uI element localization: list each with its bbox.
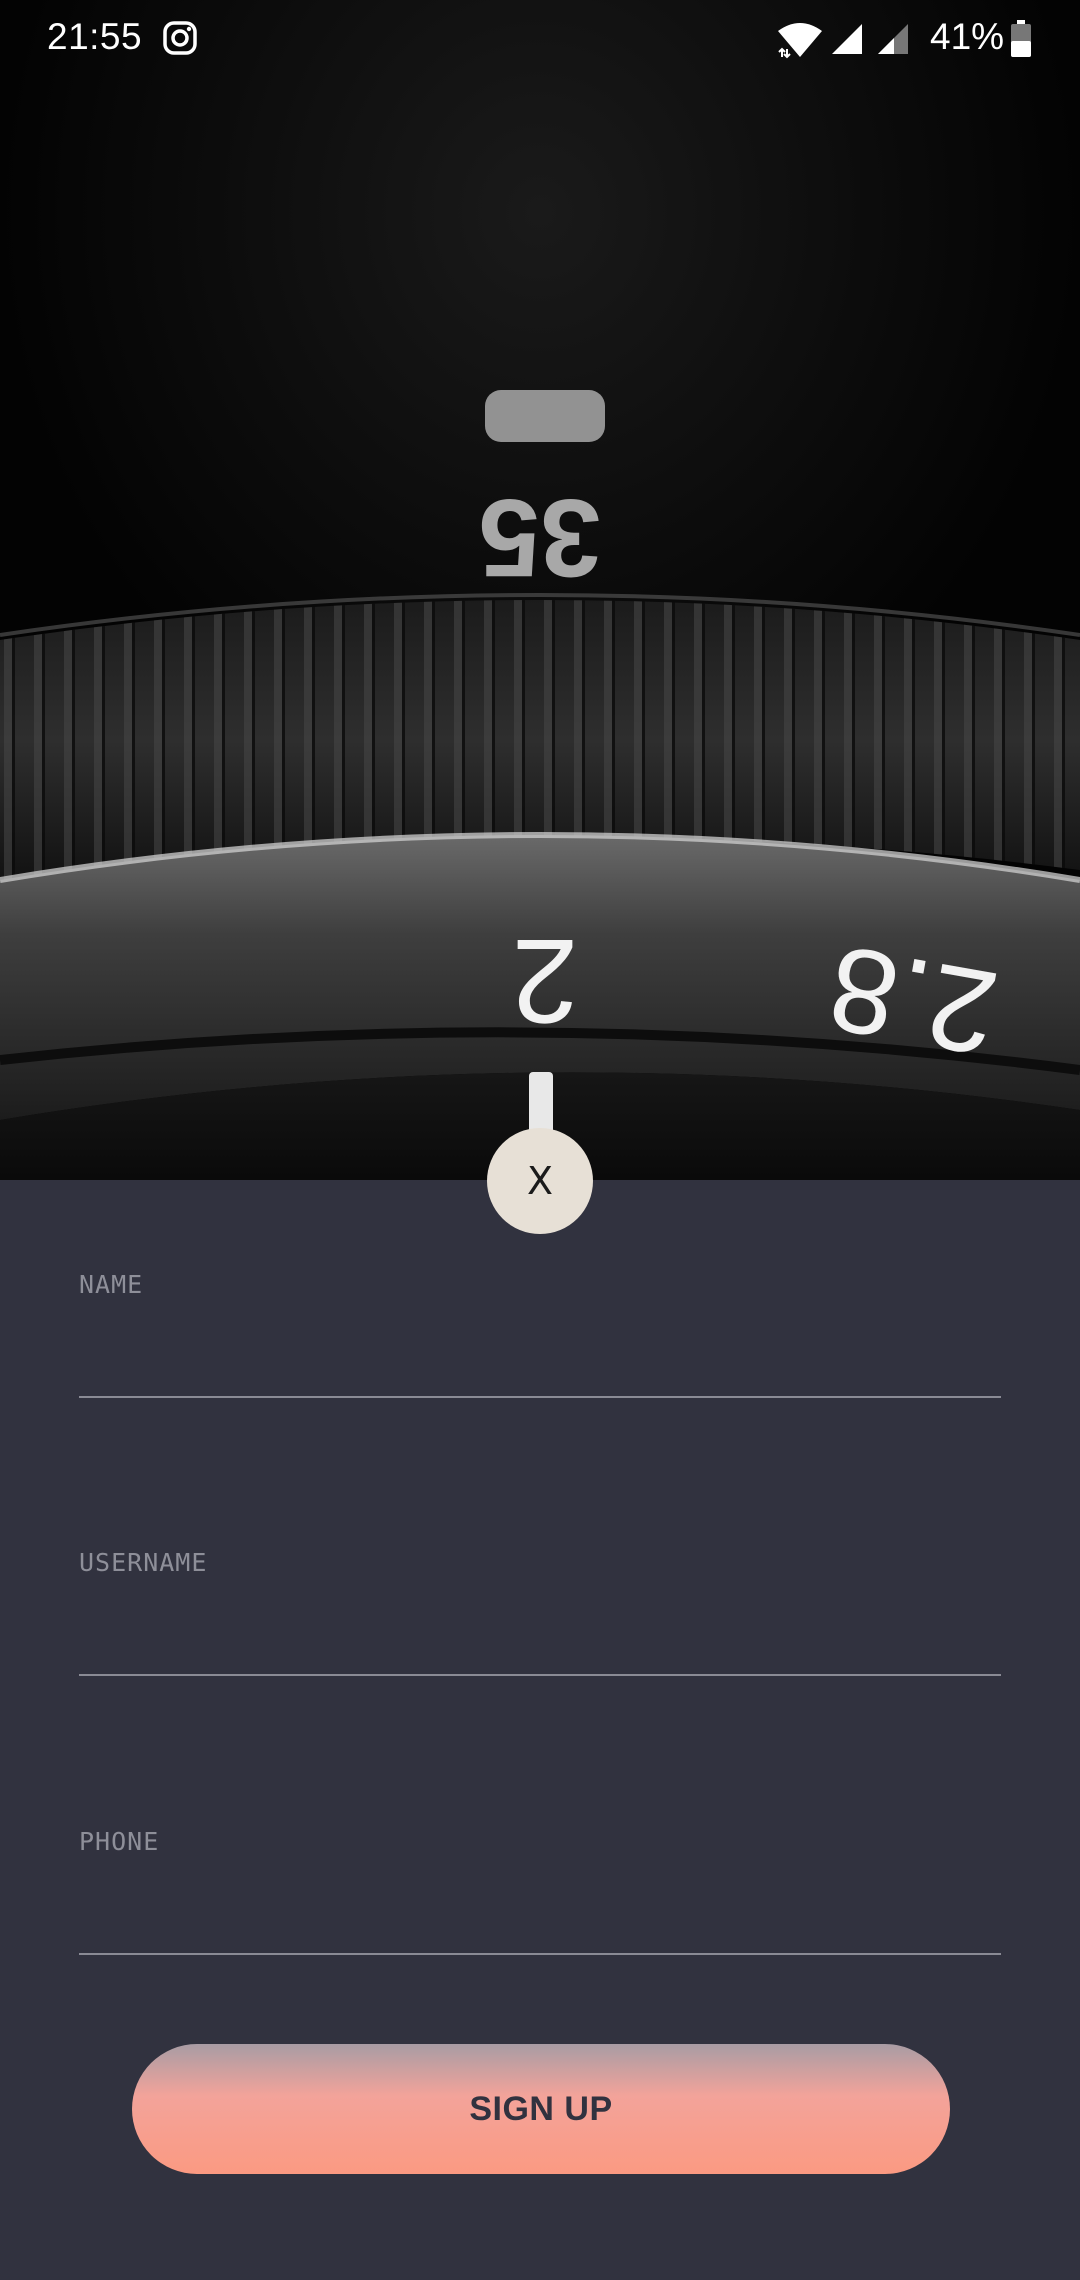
status-bar: 21:55 41%: [0, 0, 1080, 80]
close-button[interactable]: X: [487, 1128, 593, 1234]
lens-photo: 35 2 2.8: [0, 0, 1080, 1180]
username-label: USERNAME: [79, 1548, 208, 1577]
phone-field: PHONE: [79, 1827, 1001, 1987]
lens-marking-2-8: 2.8: [819, 920, 1007, 1081]
wifi-icon: [778, 23, 822, 59]
svg-text:2.8: 2.8: [819, 920, 1007, 1081]
hero-image: 35 2 2.8: [0, 0, 1080, 1180]
svg-text:2: 2: [512, 914, 579, 1048]
cell-signal-icon: [832, 24, 862, 54]
svg-text:35: 35: [479, 476, 601, 599]
battery-icon: [1011, 20, 1031, 57]
name-input[interactable]: [79, 1316, 1001, 1398]
username-field: USERNAME: [79, 1548, 1001, 1708]
sign-up-button[interactable]: SIGN UP: [132, 2044, 950, 2174]
cell-signal-weak-icon: [878, 24, 908, 54]
name-field: NAME: [79, 1270, 1001, 1430]
battery-percentage: 41%: [930, 16, 1005, 57]
name-label: NAME: [79, 1270, 144, 1299]
lens-marking-2: 2: [512, 914, 579, 1048]
instagram-icon: [163, 21, 197, 55]
phone-input[interactable]: [79, 1873, 1001, 1955]
status-time: 21:55: [47, 16, 143, 57]
phone-label: PHONE: [79, 1827, 160, 1856]
lens-marking-35: 35: [479, 476, 601, 599]
username-input[interactable]: [79, 1594, 1001, 1676]
